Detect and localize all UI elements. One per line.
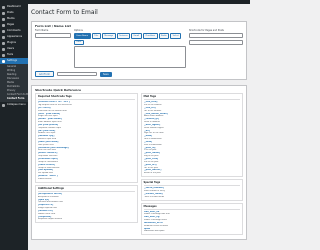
shortcode-field[interactable]: [189, 33, 243, 38]
collapse-menu-button[interactable]: Collapse menu: [0, 102, 28, 108]
tag-button[interactable]: Date: [74, 39, 84, 46]
users-icon: [2, 47, 5, 51]
reference-item: [_site_url] URL of the website: [144, 107, 241, 112]
reference-box: Additional Settings [acceptance terms] Acc…: [35, 184, 138, 224]
reference-box-heading: Messages: [143, 205, 240, 210]
reference-item-desc: Author of the post: [143, 172, 161, 175]
reference-item: [submit "Send"] Submit button: [38, 175, 135, 180]
form-editor-textarea[interactable]: [74, 46, 186, 69]
tag-button[interactable]: Form Name: [74, 33, 91, 39]
reference-item: [_remote_ip] Visitor IP address: [144, 118, 241, 123]
tag-button[interactable]: Checkbox: [142, 33, 158, 39]
reference-item: [_serial_number] Serial number of entry: [144, 187, 241, 192]
reference-item: [_post_name] Slug of the post: [144, 152, 241, 157]
reference-item: [url your-site] Website URL input: [38, 130, 135, 135]
reference-box-heading: Additional Settings: [38, 187, 135, 192]
tag-button[interactable]: Message: [101, 33, 116, 39]
main-content: Contact Form to Email Form List / Name L…: [31, 4, 247, 248]
tag-toolbar: Form Name Title Message Textarea Email Checkb…: [74, 33, 186, 46]
tag-button[interactable]: Title: [91, 33, 101, 39]
collapse-icon: [2, 103, 5, 107]
media-icon: [2, 17, 5, 21]
tag-button[interactable]: Radio: [158, 33, 170, 39]
reference-box-heading: Mail Tags: [143, 95, 240, 101]
reference-item: [cf7-form] Shortcode for the default form: [38, 107, 135, 112]
reference-item: [number qty] Numeric input field: [38, 135, 135, 140]
tag-button[interactable]: Email: [131, 33, 142, 39]
reference-item: [_time] Time of submission: [144, 141, 241, 146]
reference-column: Required Shortcode Tags [contact-form-7 i…: [35, 93, 138, 237]
reference-item: [date your-date] Date picker field: [38, 141, 135, 146]
tag-button[interactable]: Textarea: [116, 33, 131, 39]
reference-item: [radio choice] Group of radio buttons: [38, 164, 135, 169]
reference-item: [_site_title] Title of the website: [144, 101, 241, 106]
submenu-item[interactable]: Contact Form: [0, 97, 28, 101]
reference-item: [email* your-email] Email address input f…: [38, 118, 135, 123]
reference-item: [tel your-phone] Telephone number input: [38, 124, 135, 129]
reference-item: mail_sent_ok Sender's message was sent: [144, 211, 241, 216]
pages-icon: [2, 23, 5, 27]
reference-item: [_post_author] Author of the post: [144, 169, 241, 174]
reference-item: [_post_title] Title of the post: [144, 158, 241, 163]
reference-item-desc: Submit button: [38, 177, 52, 180]
reference-item: mail_sent_ng Sender's message failed: [144, 216, 241, 221]
settings-submenu: General Writing Reading Discussion Media Perm…: [0, 64, 28, 102]
reference-box: Mail Tags [_site_title] Title of the websi…: [140, 93, 243, 178]
add-form-button[interactable]: Add Form: [35, 71, 54, 78]
reference-box: Special Tags [_serial_number] Serial numbe…: [140, 179, 243, 201]
reference-item: [contact-form-7 id="123"] Tag outputs for…: [38, 101, 135, 106]
page-title: Contact Form to Email: [31, 9, 98, 16]
reference-panel: Shortcode Quick Reference Required Short…: [31, 85, 247, 241]
reference-item: [text* your-name] Single line text input: [38, 113, 135, 118]
comments-icon: [2, 29, 5, 33]
reference-grid: Required Shortcode Tags [contact-form-7 i…: [35, 93, 243, 237]
reference-item: [response] Response output location: [38, 216, 135, 221]
appearance-icon: [2, 35, 5, 39]
reference-item: [_site_admin_email] Admin email address: [144, 113, 241, 118]
reference-item-desc: Response output location: [38, 218, 63, 221]
posts-icon: [2, 11, 5, 15]
sidebar-item-label: Settings: [7, 59, 18, 62]
reference-box-heading: Required Shortcode Tags: [38, 95, 135, 101]
reference-item: [_date] Date of submission: [144, 135, 241, 140]
reference-item-desc: Submission was spam: [143, 230, 165, 233]
form-editor-panel: Form List / Name List Form Name Options …: [31, 21, 247, 81]
reference-item: [select menu-1] Drop down selection: [38, 152, 135, 157]
reference-item: [quiz q1] Question and answer field: [38, 199, 135, 204]
tag-button[interactable]: Select: [170, 33, 182, 39]
collapse-label: Collapse menu: [7, 103, 26, 106]
reference-box: Messages mail_sent_ok Sender's message was…: [140, 202, 243, 236]
plugins-icon: [2, 41, 5, 45]
new-form-input[interactable]: [56, 72, 97, 77]
dashboard-icon: [2, 5, 5, 9]
reference-item: [textarea your-message] Multi line text a…: [38, 147, 135, 152]
reference-item: [_invalid_fields] Count of invalid fields: [144, 193, 241, 198]
reference-item: [acceptance terms] Acceptance checkbox: [38, 193, 135, 198]
reference-box-heading: Special Tags: [143, 181, 240, 187]
reference-item: [checkbox opts] Group of checkboxes: [38, 158, 135, 163]
reference-item: [_post_url] URL of the post: [144, 164, 241, 169]
settings-icon: [2, 59, 5, 63]
reference-item: [_user_agent] Visitor browser agent: [144, 124, 241, 129]
form-name-input[interactable]: [35, 33, 71, 38]
reference-item-desc: Count of invalid fields: [143, 195, 165, 198]
reference-item: [hidden ref] Hidden value field: [38, 210, 135, 215]
save-button[interactable]: Save: [99, 71, 112, 77]
reference-item: [_url] Page URL of the form: [144, 130, 241, 135]
admin-sidebar: Dashboard Posts Media Pages Comments Appearan…: [0, 4, 28, 250]
reference-column: Mail Tags [_site_title] Title of the websi…: [140, 93, 243, 237]
reference-item: [file upload] File upload field: [38, 169, 135, 174]
reference-item: spam Submission was spam: [144, 228, 241, 233]
reference-box: Required Shortcode Tags [contact-form-7 i…: [35, 93, 138, 183]
reference-item: validation_error Validation errors occurr…: [144, 222, 241, 227]
tools-icon: [2, 53, 5, 57]
reference-item: [_post_id] ID of the post: [144, 147, 241, 152]
reference-item: [captcha c1] Image captcha field: [38, 204, 135, 209]
shortcode-field-2[interactable]: [189, 40, 243, 45]
